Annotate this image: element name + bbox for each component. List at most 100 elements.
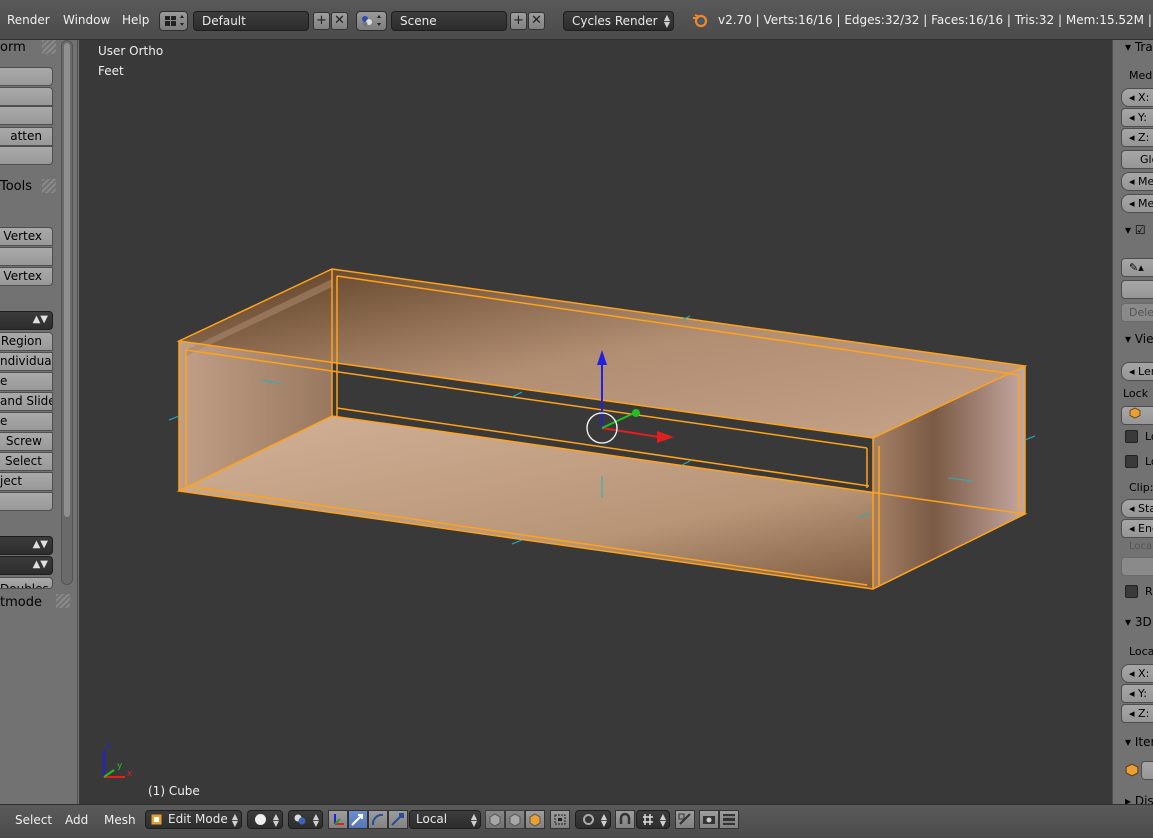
vertex-button-3[interactable]: Vertex [0,267,53,286]
add-scene-button[interactable]: + [510,12,527,30]
mean-bevel-field[interactable]: ◂ Mea [1121,194,1153,213]
vertex-button-2[interactable] [0,247,53,266]
add-button-4[interactable]: and Slide [0,392,53,411]
scene-icon[interactable] [356,11,387,31]
3d-cursor-panel-header[interactable]: ▾ 3D [1125,615,1152,629]
cursor-x-field[interactable]: ◂ X: [1121,664,1153,683]
transform-orientation-select[interactable]: Local ▲ ▼ [409,810,481,829]
lock-camera-checkbox[interactable] [1125,455,1138,468]
snap-element-select[interactable]: ▲ ▼ [636,810,670,829]
transform-panel-header[interactable]: ▾ Tra [1125,40,1153,54]
menu-help[interactable]: Help [122,13,149,27]
solid-shading-icon [254,813,267,831]
new-layer-button[interactable] [1121,280,1153,299]
remove-dropdown-1[interactable]: ▲▼ [0,536,53,555]
view-panel-header[interactable]: ▾ Vie [1125,332,1153,346]
remove-dropdown-2[interactable]: ▲▼ [0,556,53,575]
add-button-5[interactable]: e [0,412,53,431]
lock-object-field[interactable] [1121,406,1153,425]
vertex-button-1[interactable]: Vertex [0,227,53,246]
transform-panel-header[interactable]: orm [0,40,26,55]
scene-field[interactable]: Scene [391,11,507,31]
panel-grip-icon[interactable] [42,40,56,54]
remove-doubles-button[interactable]: Doubles [0,577,53,589]
median-y-field[interactable]: ◂ Y: [1121,108,1153,127]
item-name-field[interactable] [1141,761,1153,780]
mean-crease-field[interactable]: ◂ Mea [1121,172,1153,191]
add-button-9[interactable] [0,492,53,511]
pivot-icon [293,813,307,831]
screen-layout-icon[interactable] [159,11,188,31]
edge-select-icon[interactable] [505,810,525,829]
menu-render[interactable]: Render [7,13,50,27]
tools-panel-header[interactable]: Tools [0,179,32,194]
lock-cursor-checkbox[interactable] [1125,430,1138,443]
render-animation-icon[interactable] [719,810,739,829]
axis-label-y: y [117,761,123,771]
blender-logo-icon [692,12,708,31]
scrollbar-thumb[interactable] [64,43,70,517]
select-arrows-icon: ▲ ▼ [663,13,670,29]
transform-button-2[interactable] [0,87,53,106]
transform-button-4[interactable]: atten [0,127,53,146]
menu-mesh[interactable]: Mesh [104,813,136,827]
tool-shelf-scrollbar[interactable] [61,40,73,585]
transform-button-5[interactable] [0,146,53,165]
clip-end-field[interactable]: ◂ End [1121,519,1153,538]
transform-button-1[interactable] [0,67,53,86]
proportional-edit-select[interactable]: ▲ ▼ [575,810,611,829]
cursor-z-field[interactable]: ◂ Z: [1121,704,1153,723]
scale-manipulator-icon[interactable] [388,810,408,829]
add-screen-button[interactable]: + [313,12,330,30]
rotate-manipulator-icon[interactable] [368,810,388,829]
item-panel-header[interactable]: ▾ Iter [1125,735,1153,749]
occlude-geometry-icon[interactable] [550,810,570,829]
screen-layout-field[interactable]: Default [193,11,309,31]
panel-grip-icon[interactable] [42,179,56,193]
cursor-location-label: Loca [1129,645,1153,658]
menu-window[interactable]: Window [63,13,110,27]
menu-select[interactable]: Select [15,813,52,827]
add-button-3[interactable]: e [0,372,53,391]
add-button-8[interactable]: ject [0,472,53,491]
info-header: Render Window Help Default + ✕ Scene + ✕… [0,0,1153,40]
mode-select[interactable]: Edit Mode ▲ ▼ [145,810,242,829]
median-z-field[interactable]: ◂ Z: [1121,128,1153,147]
add-button-6[interactable]: Screw [0,432,53,451]
clip-start-field[interactable]: ◂ Sta [1121,499,1153,518]
remove-scene-button[interactable]: ✕ [528,12,545,30]
local-camera-field: Ca [1121,557,1153,576]
pivot-point-select[interactable]: ▲ ▼ [288,810,323,829]
render-border-checkbox[interactable] [1125,585,1138,598]
translate-manipulator-icon[interactable] [348,810,368,829]
add-button-7[interactable]: Select [0,452,53,471]
scene-canvas[interactable] [79,40,1112,804]
transform-button-3[interactable] [0,106,53,125]
add-button-1[interactable]: Region [0,332,53,351]
render-still-icon[interactable] [699,810,719,829]
lock-label: Lock [1123,387,1149,400]
select-arrows-icon: ▲ ▼ [231,812,238,828]
3d-viewport[interactable]: User Ortho Feet z y x (1) Cube [79,40,1112,804]
render-engine-select[interactable]: Cycles Render ▲ ▼ [563,11,674,31]
face-select-icon[interactable] [525,810,545,829]
snap-target-icon[interactable] [675,810,695,829]
remove-screen-button[interactable]: ✕ [331,12,348,30]
manipulator-toggle-icon[interactable] [328,810,348,829]
panel-grip-icon[interactable] [56,594,70,608]
extrude-dropdown[interactable]: ▲▼ [0,311,53,330]
global-toggle[interactable]: Glo [1121,150,1153,169]
snap-toggle-icon[interactable] [615,810,635,829]
grease-pencil-field[interactable]: ✎▴ [1121,258,1153,277]
median-x-field[interactable]: ◂ X: [1121,88,1153,107]
display-panel-header[interactable]: ▸ Disp [1125,794,1153,804]
grease-pencil-panel-header[interactable]: ▾ ☑ [1125,223,1146,237]
viewport-shading-select[interactable]: ▲ ▼ [247,810,283,829]
vertex-select-icon[interactable] [485,810,505,829]
delete-button[interactable]: Delet [1121,303,1153,322]
lens-field[interactable]: ◂ Len [1121,362,1153,381]
menu-add[interactable]: Add [65,813,88,827]
add-button-2[interactable]: ndividual [0,352,53,371]
cursor-y-field[interactable]: ◂ Y: [1121,684,1153,703]
footer-panel-header[interactable]: tmode [0,595,42,610]
